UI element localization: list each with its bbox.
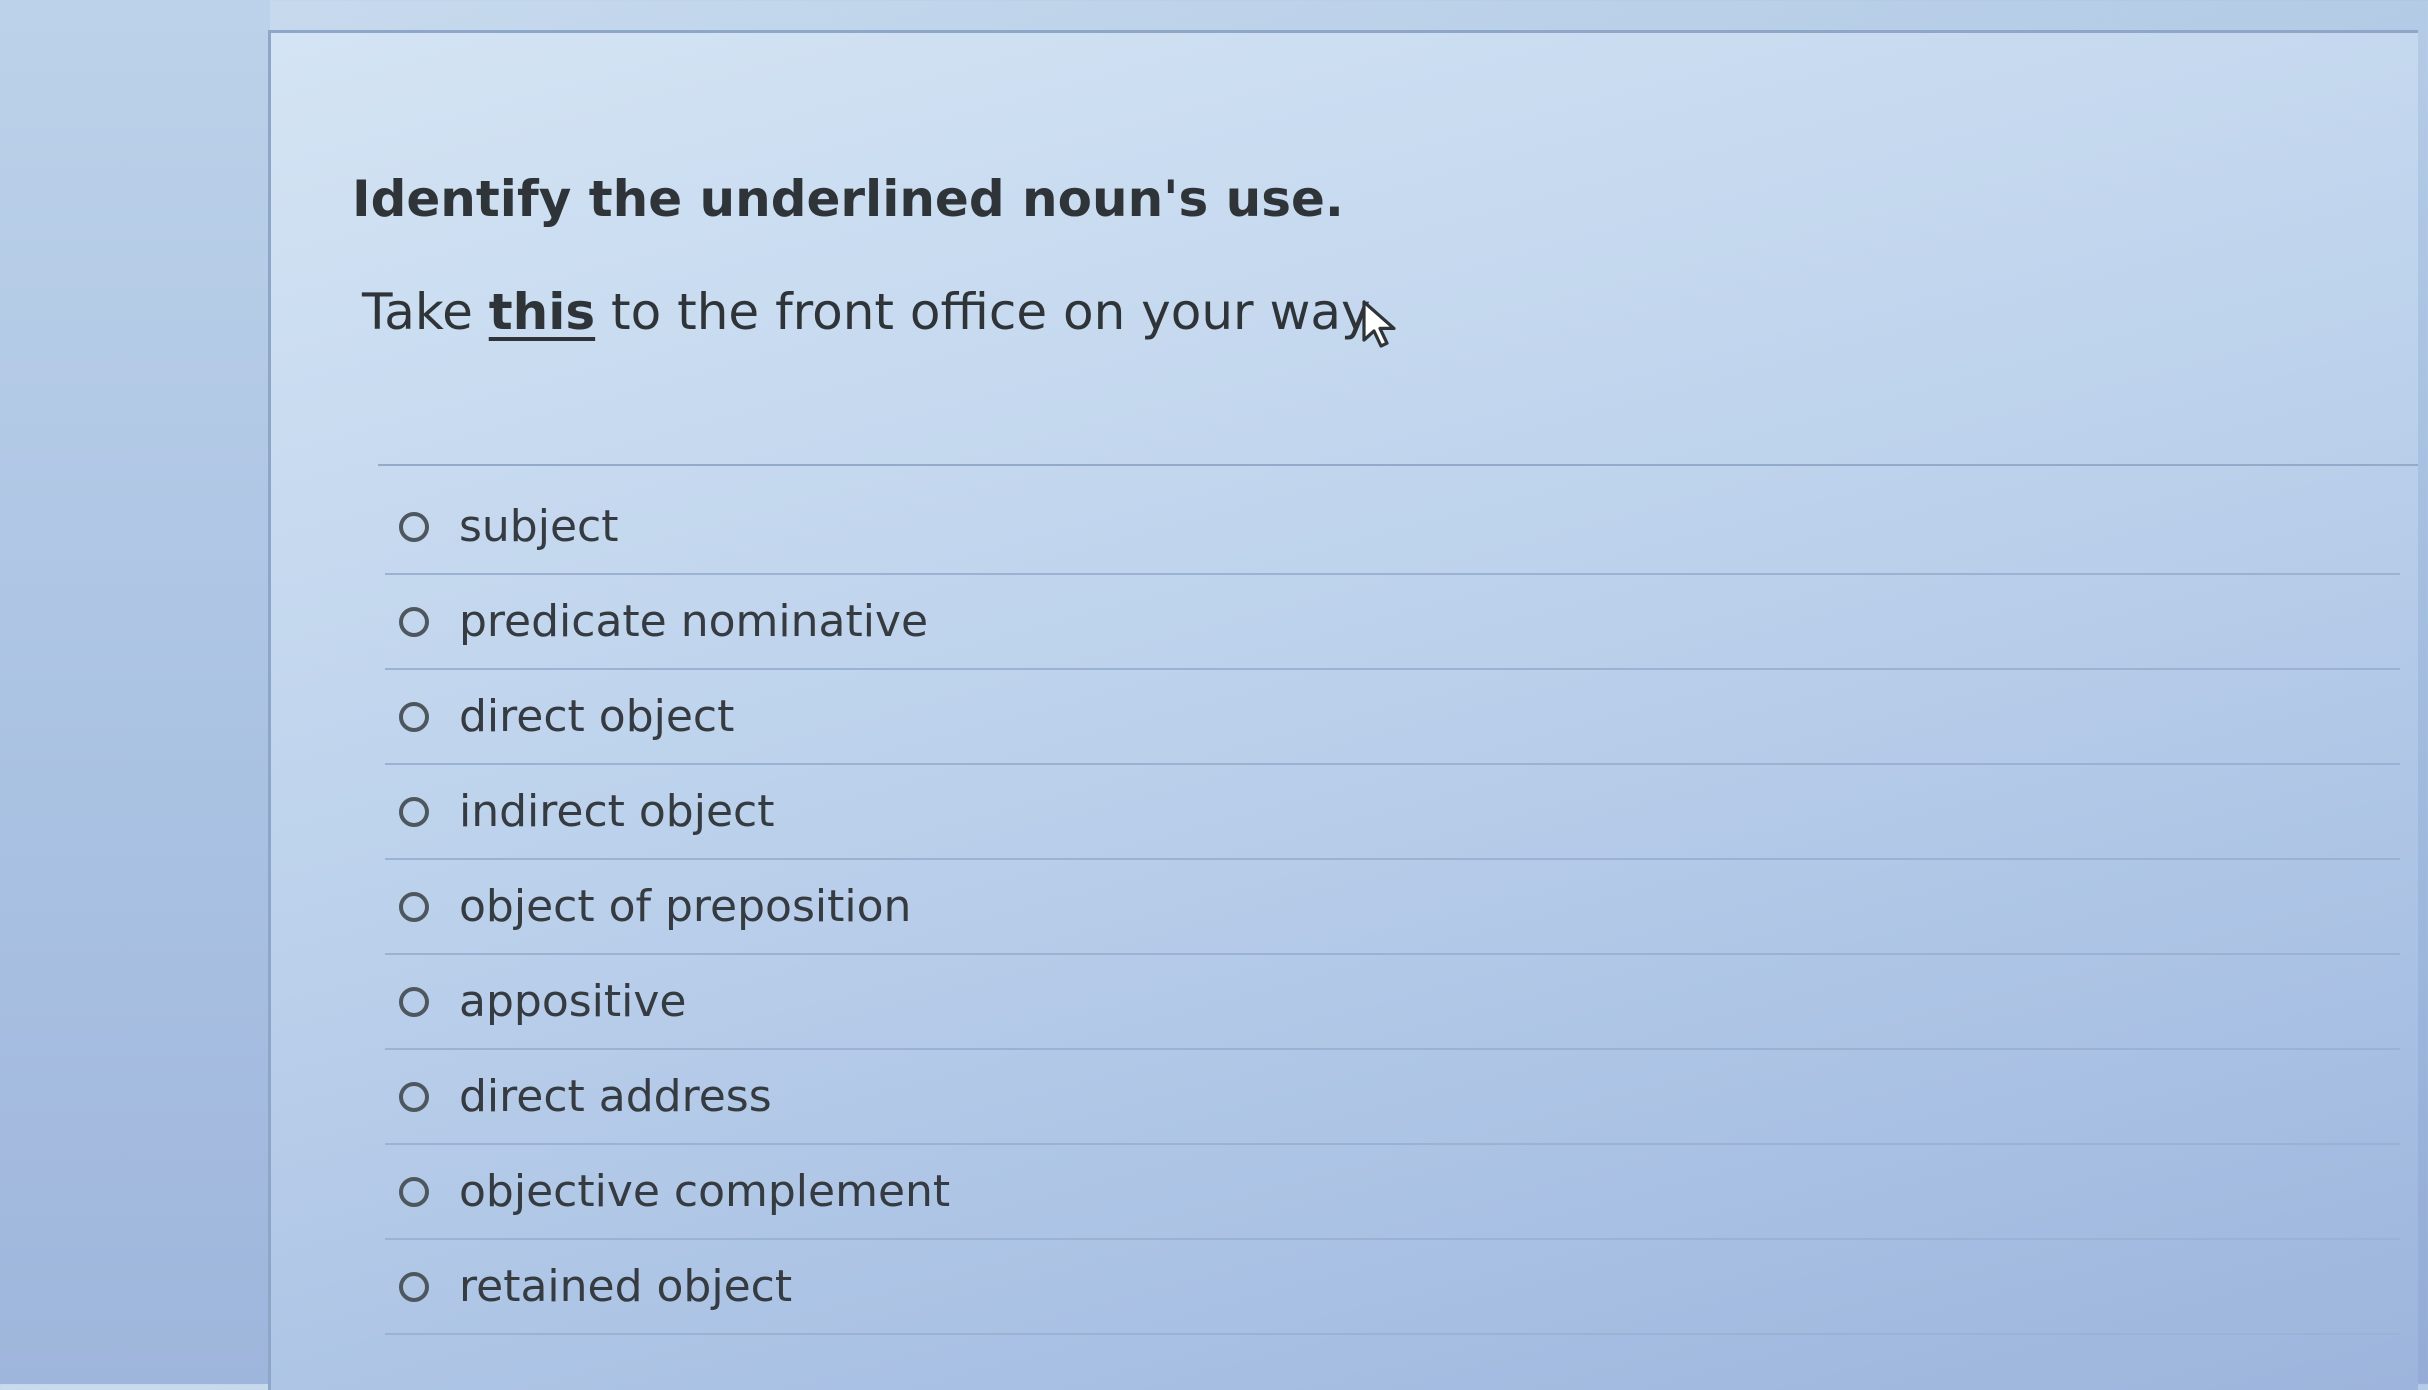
answer-options: subject predicate nominative direct obje… [385, 480, 2400, 1335]
option-label: subject [459, 501, 619, 552]
option-label: predicate nominative [459, 596, 929, 647]
option-label: direct address [459, 1071, 772, 1122]
radio-button[interactable] [399, 1271, 429, 1302]
option-label: retained object [459, 1261, 793, 1312]
radio-button[interactable] [399, 606, 429, 637]
question-sentence: Take this to the front office on your wa… [362, 283, 1379, 341]
option-subject[interactable]: subject [385, 480, 2400, 575]
option-predicate-nominative[interactable]: predicate nominative [385, 575, 2400, 670]
option-label: objective complement [459, 1166, 951, 1217]
radio-button[interactable] [399, 891, 429, 922]
option-indirect-object[interactable]: indirect object [385, 765, 2400, 860]
radio-button[interactable] [399, 701, 429, 732]
option-object-of-preposition[interactable]: object of preposition [385, 860, 2400, 955]
radio-button[interactable] [399, 1081, 429, 1112]
option-direct-address[interactable]: direct address [385, 1050, 2400, 1145]
option-label: appositive [459, 976, 687, 1027]
mouse-pointer-icon [1362, 300, 1396, 348]
sentence-before: Take [362, 283, 489, 341]
radio-button[interactable] [399, 986, 429, 1017]
question-title: Identify the underlined noun's use. [352, 170, 1344, 228]
option-label: object of preposition [459, 881, 912, 932]
option-objective-complement[interactable]: objective complement [385, 1145, 2400, 1240]
radio-button[interactable] [399, 511, 429, 542]
underlined-word: this [488, 283, 596, 341]
radio-button[interactable] [399, 1176, 429, 1207]
options-divider [378, 464, 2418, 466]
option-label: indirect object [459, 786, 775, 837]
option-label: direct object [459, 691, 735, 742]
sentence-after: to the front office on your way. [595, 283, 1380, 341]
radio-button[interactable] [399, 796, 429, 827]
page-margin [0, 0, 270, 1384]
option-retained-object[interactable]: retained object [385, 1240, 2400, 1335]
option-direct-object[interactable]: direct object [385, 670, 2400, 765]
option-appositive[interactable]: appositive [385, 955, 2400, 1050]
